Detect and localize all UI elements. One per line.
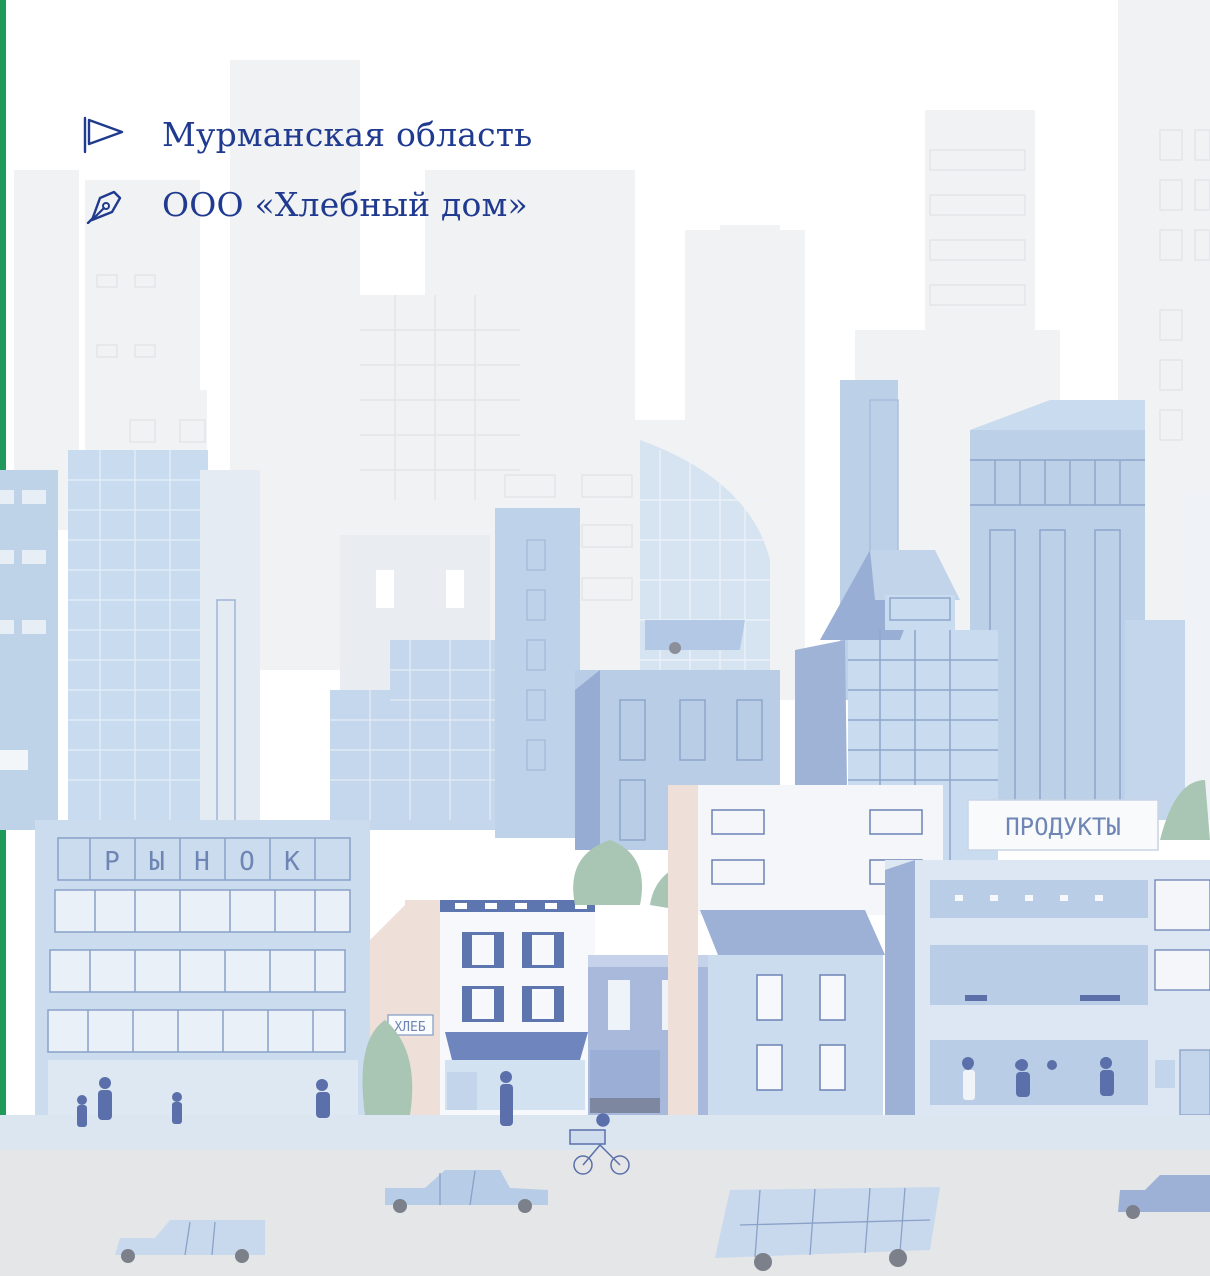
- bakery-building: ХЛЕБ: [362, 900, 595, 1120]
- pen-nib-icon: [80, 184, 130, 224]
- flag-icon: [80, 114, 130, 154]
- road: [0, 1150, 1210, 1276]
- products-sign: ПРОДУКТЫ: [1005, 813, 1121, 841]
- market-sign-letter: К: [284, 847, 300, 877]
- company-row: ООО «Хлебный дом»: [80, 175, 532, 233]
- market-sign-letter: Н: [194, 847, 210, 877]
- market-sign-letter: О: [239, 847, 255, 877]
- region-label: Мурманская область: [162, 114, 533, 154]
- bread-sign: ХЛЕБ: [394, 1020, 425, 1035]
- market-building: Р Ы Н О К: [35, 820, 370, 1120]
- header-info: Мурманская область ООО «Хлебный дом»: [80, 105, 532, 245]
- market-sign-letter: Р: [104, 847, 120, 877]
- market-sign-letter: Ы: [149, 847, 165, 877]
- region-row: Мурманская область: [80, 105, 532, 163]
- company-label: ООО «Хлебный дом»: [162, 184, 528, 224]
